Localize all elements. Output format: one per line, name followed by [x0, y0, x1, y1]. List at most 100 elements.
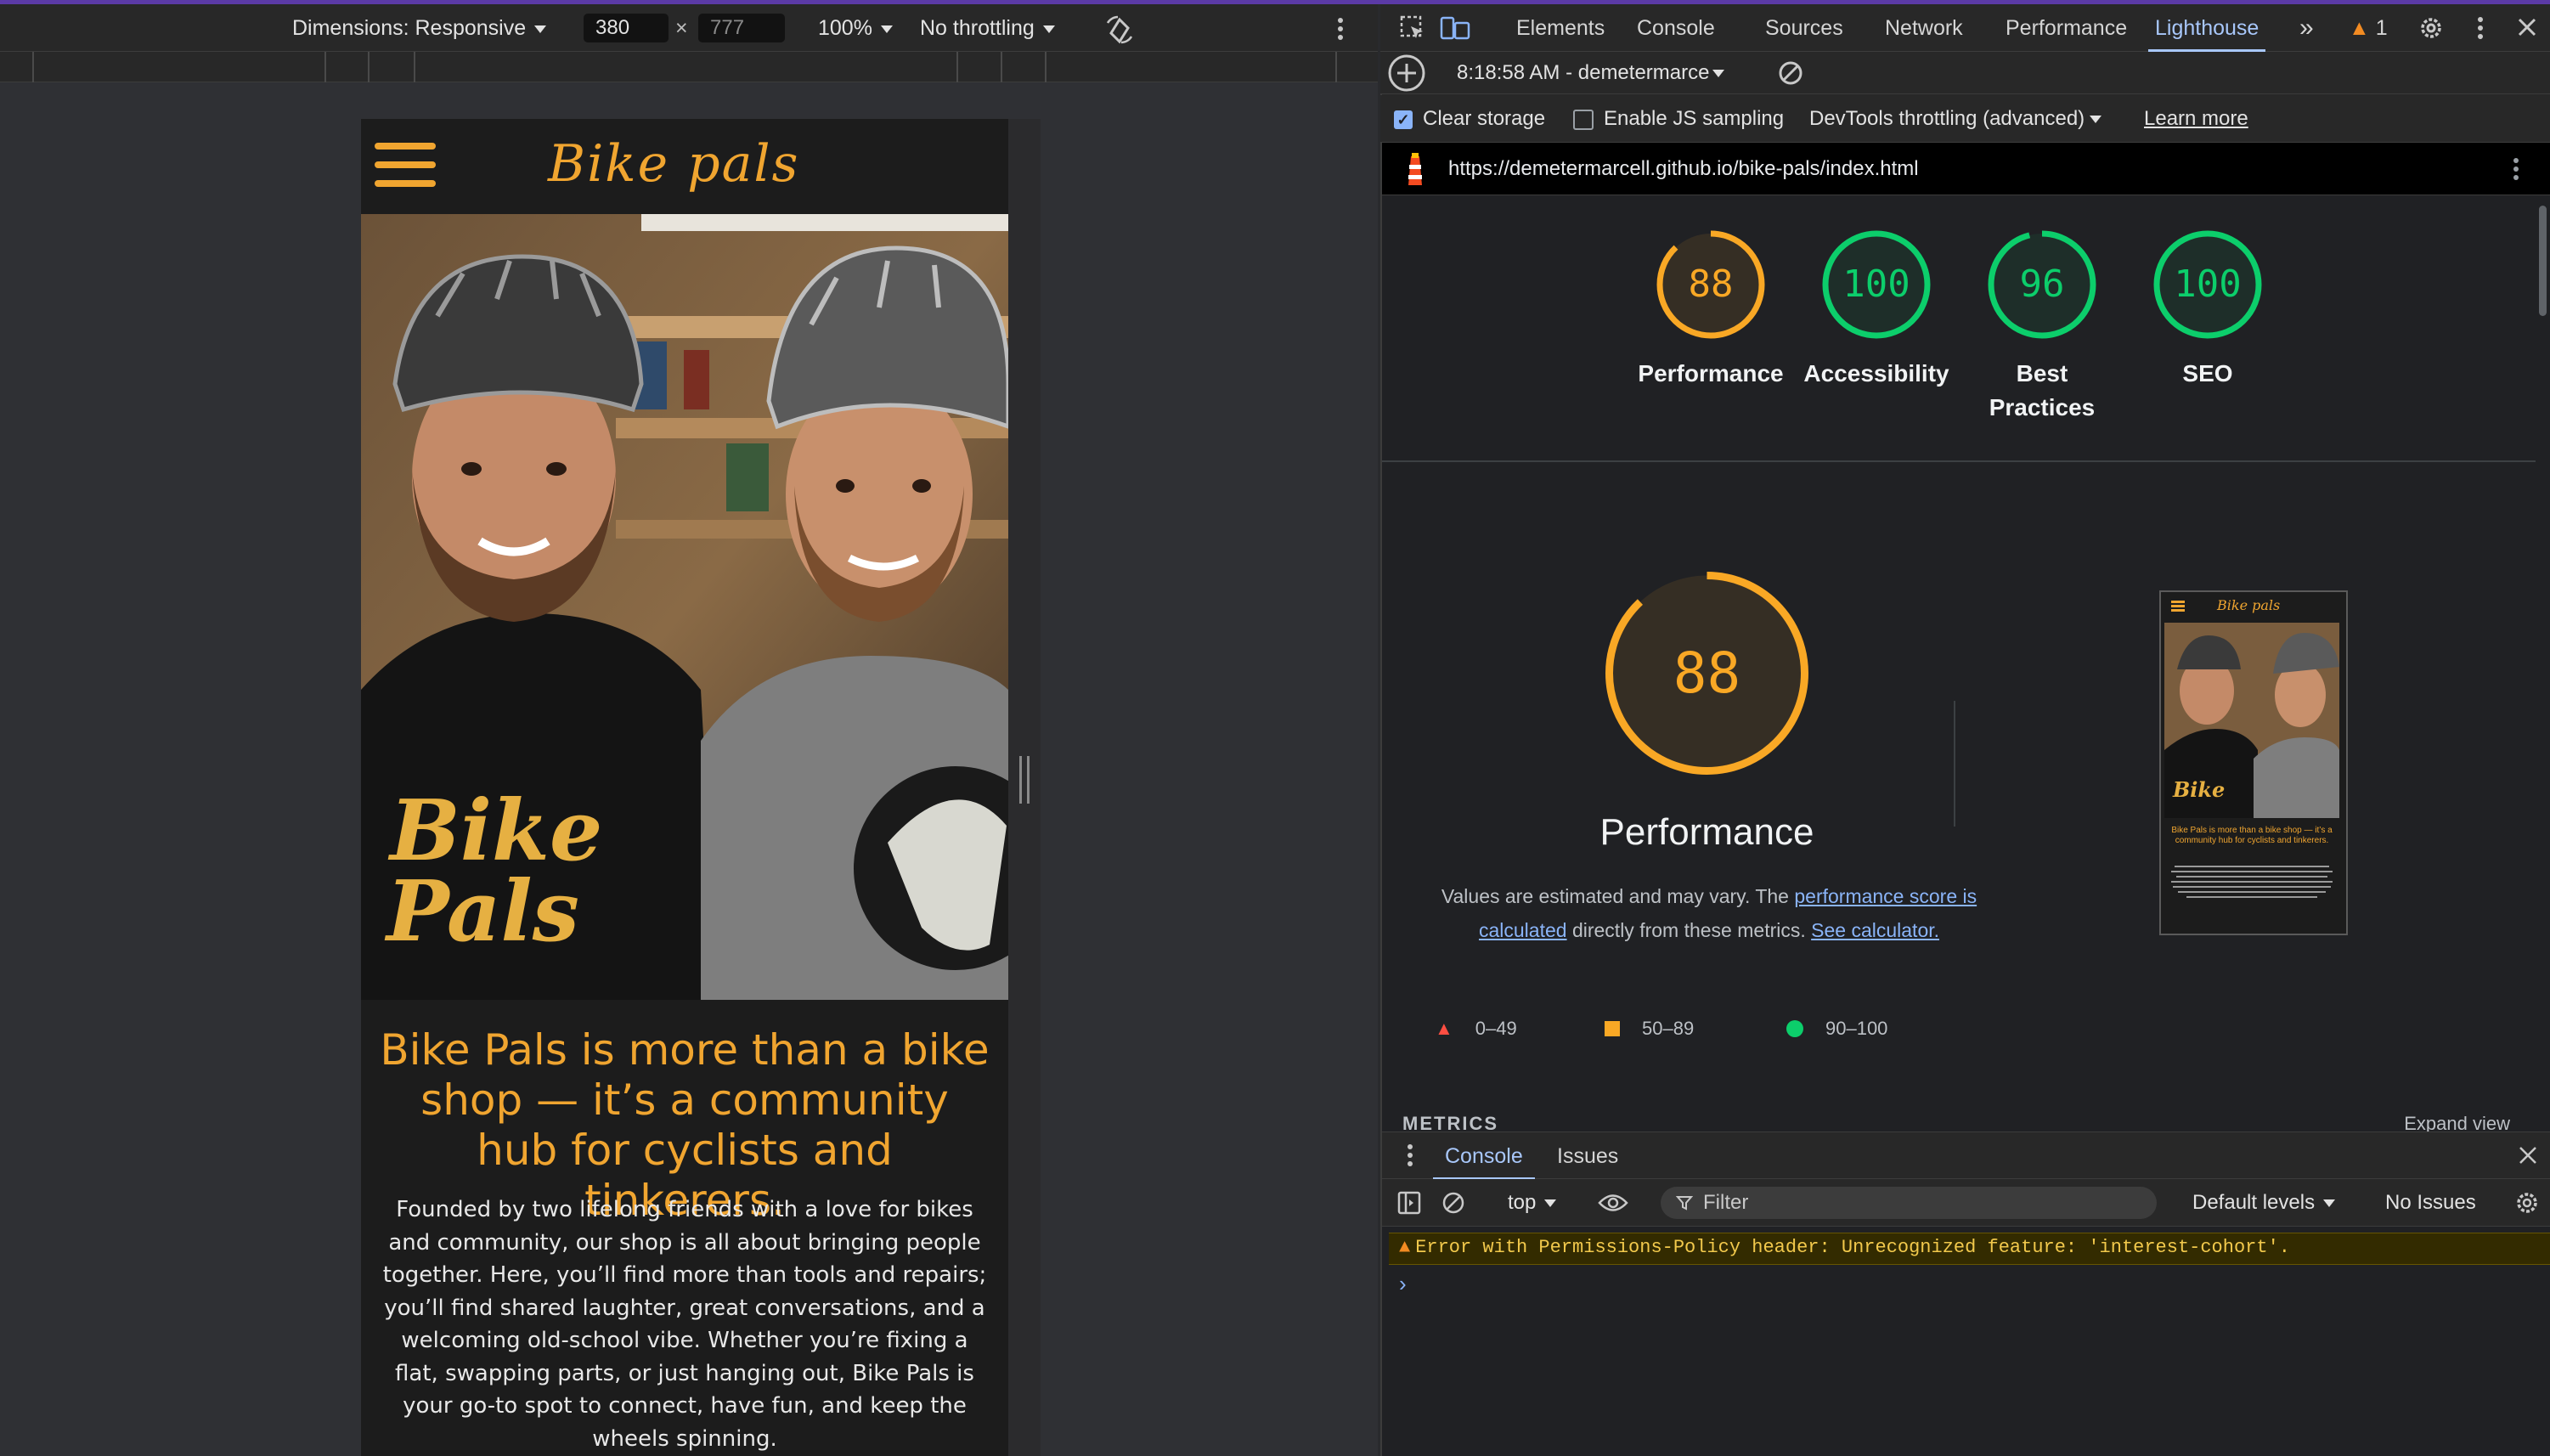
dimensions-dropdown[interactable]: Dimensions: Responsive — [292, 4, 547, 52]
performance-big-gauge: 88 — [1603, 569, 1811, 777]
site-logo[interactable]: Bike pals — [548, 134, 799, 194]
inspect-element-icon[interactable] — [1399, 14, 1426, 46]
close-drawer-icon[interactable] — [2519, 1146, 2537, 1169]
scrollbar-thumb[interactable] — [2539, 206, 2547, 316]
big-score-value: 88 — [1673, 641, 1741, 706]
thumb-header: Bike pals — [2161, 592, 2343, 621]
media-query-ruler[interactable] — [0, 52, 1378, 82]
settings-gear-icon[interactable] — [2418, 15, 2444, 45]
description-text: directly from these metrics. — [1566, 919, 1812, 941]
final-screenshot-thumbnail[interactable]: Bike pals Bike Bike Pals is more than a … — [2159, 590, 2348, 935]
context-label: top — [1508, 1191, 1537, 1214]
js-sampling-label: Enable JS sampling — [1604, 107, 1785, 130]
log-levels-dropdown[interactable]: Default levels — [2192, 1179, 2336, 1227]
device-toggle-icon[interactable] — [1440, 14, 1470, 46]
console-settings-gear-icon[interactable] — [2515, 1191, 2539, 1219]
checkbox-checked-icon[interactable]: ✓ — [1394, 110, 1413, 129]
viewport-resize-handle[interactable] — [1019, 756, 1030, 804]
expand-view-toggle[interactable]: Expand view — [2404, 1113, 2510, 1132]
report-menu-icon[interactable] — [2512, 156, 2520, 186]
legend-pass: 90–100 — [1786, 1018, 1887, 1040]
error-text: Error with Permissions-Policy header: Un… — [1415, 1237, 2290, 1258]
customize-devtools-icon[interactable] — [2476, 15, 2485, 45]
score-label: Performance — [1638, 360, 1784, 387]
report-selector-dropdown[interactable]: 8:18:58 AM - demetermarce — [1457, 52, 1725, 94]
more-options-icon[interactable] — [1335, 16, 1346, 46]
lighthouse-url-bar: https://demetermarcell.github.io/bike-pa… — [1382, 143, 2550, 195]
tab-sources[interactable]: Sources — [1765, 4, 1843, 52]
throttling-label: No throttling — [920, 16, 1035, 40]
filter-input[interactable]: Filter — [1661, 1187, 2157, 1219]
ruler-mark — [32, 52, 34, 82]
checkbox-unchecked-icon[interactable] — [1573, 109, 1594, 130]
ruler-mark — [1045, 52, 1047, 82]
tab-console[interactable]: Console — [1637, 4, 1715, 52]
green-circle-icon — [1786, 1020, 1803, 1037]
seo-score-gauge[interactable]: 100 — [2152, 229, 2263, 340]
tab-elements[interactable]: Elements — [1516, 4, 1605, 52]
warnings-indicator[interactable]: ▲ 1 — [2349, 4, 2388, 52]
clear-console-icon[interactable] — [1441, 1191, 1465, 1219]
filter-funnel-icon — [1675, 1194, 1694, 1216]
zoom-label: 100% — [818, 16, 872, 40]
close-devtools-icon[interactable] — [2517, 17, 2537, 42]
console-output[interactable]: ▲ Error with Permissions-Policy header: U… — [1382, 1227, 2550, 1456]
console-prompt-icon[interactable]: › — [1399, 1271, 1407, 1297]
width-value: 380 — [595, 16, 630, 39]
log-levels-label: Default levels — [2192, 1191, 2316, 1214]
description-text: Values are estimated and may vary. The — [1441, 885, 1795, 907]
red-triangle-icon: ▲ — [1435, 1018, 1453, 1039]
clear-reports-icon[interactable] — [1778, 60, 1803, 90]
website-page[interactable]: Bike pals Bike Pals Bike Pals is more th… — [361, 119, 1008, 1456]
tab-network[interactable]: Network — [1885, 4, 1963, 52]
drawer-tab-console[interactable]: Console — [1433, 1132, 1535, 1181]
new-report-plus-icon[interactable] — [1387, 54, 1426, 97]
hamburger-menu-icon[interactable] — [375, 143, 436, 194]
drawer-menu-icon[interactable] — [1406, 1143, 1414, 1172]
performance-score-gauge[interactable]: 88 — [1656, 229, 1766, 340]
best-practices-score-gauge[interactable]: 96 — [1987, 229, 2097, 340]
accessibility-score-gauge[interactable]: 100 — [1821, 229, 1932, 340]
report-scrollbar[interactable] — [2536, 195, 2550, 1132]
intro-section: Bike Pals is more than a bike shop — it’… — [361, 1000, 1008, 1456]
context-selector[interactable]: top — [1508, 1179, 1557, 1227]
score-value: 88 — [1688, 262, 1734, 306]
legend-range: 0–49 — [1475, 1018, 1517, 1039]
issues-counter[interactable]: No Issues — [2385, 1179, 2476, 1227]
performance-description: Values are estimated and may vary. The p… — [1416, 879, 2002, 947]
clear-storage-option[interactable]: ✓ Clear storage — [1394, 95, 1545, 143]
score-label: Accessibility — [1803, 360, 1949, 387]
tab-lighthouse[interactable]: Lighthouse — [2148, 4, 2266, 53]
width-input[interactable]: 380 — [584, 14, 669, 42]
more-tabs-icon[interactable]: » — [2299, 4, 2314, 52]
legend-range: 50–89 — [1642, 1018, 1695, 1039]
drawer-tab-issues[interactable]: Issues — [1557, 1132, 1618, 1180]
tab-performance[interactable]: Performance — [2006, 4, 2127, 52]
chevron-down-icon — [1042, 25, 1055, 33]
chevron-down-icon — [880, 25, 893, 33]
thumb-logo: Bike pals — [2217, 597, 2281, 613]
shirt-print-text: Pals — [384, 863, 579, 961]
thumb-paragraph-lines — [2169, 862, 2334, 923]
throttling-dropdown[interactable]: No throttling — [920, 4, 1055, 52]
height-input[interactable]: 777 — [698, 14, 785, 42]
js-sampling-option[interactable]: Enable JS sampling — [1573, 95, 1784, 143]
rotate-icon[interactable] — [1104, 14, 1135, 49]
hero-image: Bike Pals — [361, 214, 1008, 1000]
live-expression-eye-icon[interactable] — [1598, 1192, 1628, 1218]
score-value: 100 — [2174, 262, 2242, 306]
orange-square-icon — [1605, 1021, 1620, 1036]
thumb-burger-icon — [2171, 601, 2185, 603]
console-error-message[interactable]: ▲ Error with Permissions-Policy header: U… — [1389, 1233, 2550, 1265]
chevron-down-icon — [2323, 1199, 2336, 1208]
see-calculator-link[interactable]: See calculator. — [1811, 919, 1939, 941]
device-frame: Bike pals Bike Pals Bike Pals is more th… — [361, 119, 1008, 1456]
throttling-method-dropdown[interactable]: DevTools throttling (advanced) — [1809, 95, 2102, 143]
learn-more-link[interactable]: Learn more — [2144, 95, 2248, 143]
zoom-dropdown[interactable]: 100% — [818, 4, 893, 52]
score-label: SEO — [2182, 360, 2233, 387]
lighthouse-report: 88 Performance 100 Accessibility 96 Best… — [1382, 195, 2536, 1132]
sidebar-toggle-icon[interactable] — [1397, 1191, 1421, 1219]
warning-triangle-icon: ▲ — [1399, 1237, 1411, 1258]
ruler-mark — [368, 52, 370, 82]
